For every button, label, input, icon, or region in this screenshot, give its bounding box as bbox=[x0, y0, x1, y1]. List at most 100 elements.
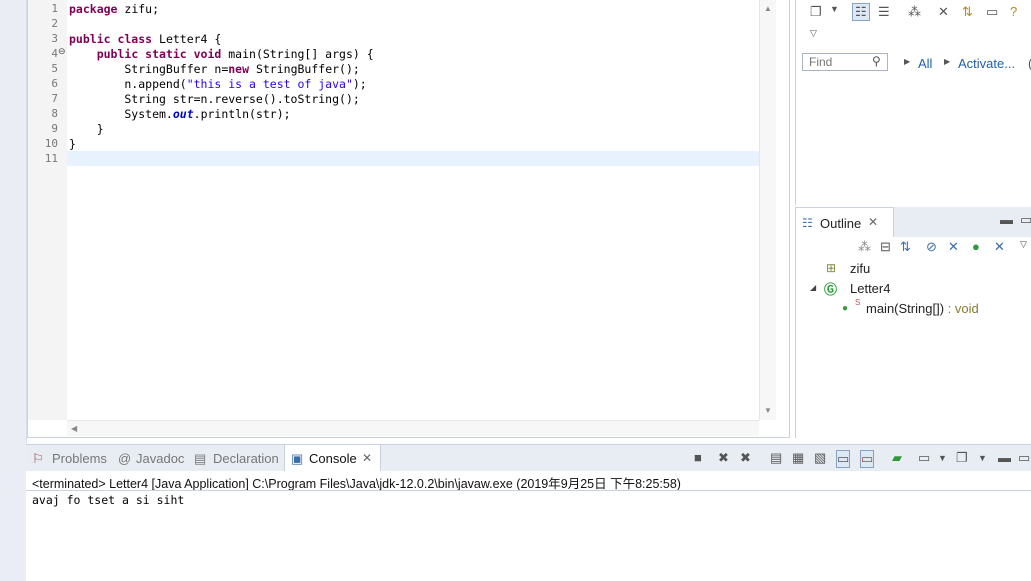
code-token: String str=n.reverse().toString(); bbox=[69, 92, 360, 106]
java-editor[interactable]: 1 2 3 4 5 6 7 8 9 10 11 ⊖ package zifu; public class… bbox=[27, 0, 790, 438]
code-token: } bbox=[69, 122, 104, 136]
activate-arrow-icon: ▶ bbox=[944, 57, 951, 66]
code-line[interactable]: n.append("this is a test of java"); bbox=[69, 77, 366, 91]
collapse-icon[interactable]: ✕ bbox=[938, 4, 949, 20]
task-list-pane: ❐ ▼ ☷ ☰ ⁂ ✕ ⇅ ▭ ? ▽ ⚲ ▶ All ▶ Activate..… bbox=[795, 0, 1031, 205]
scroll-down-icon[interactable]: ▼ bbox=[764, 406, 772, 415]
outline-pane: ☷ Outline ✕ ▬ ▭ ⁂ ⊟ ⇅ ⊘ ✕ ● ✕ ▽ ⊞ zifu ◢… bbox=[795, 207, 1031, 438]
minimize-view-icon[interactable]: ▭ bbox=[986, 4, 998, 20]
maximize-icon[interactable]: ▭ bbox=[1020, 212, 1031, 228]
hide-fields-icon[interactable]: ⁂ bbox=[908, 4, 921, 20]
remove-all-icon[interactable]: ✖ bbox=[740, 450, 751, 466]
tab-console[interactable]: Console bbox=[309, 451, 357, 466]
display-console-icon[interactable]: ▭ bbox=[918, 450, 930, 466]
code-token: new bbox=[228, 62, 250, 76]
terminate-icon[interactable]: ■ bbox=[694, 450, 702, 465]
open-dropdown-icon[interactable]: ▼ bbox=[978, 453, 987, 463]
code-token: .println(str); bbox=[193, 107, 291, 121]
all-arrow-icon: ▶ bbox=[904, 57, 911, 66]
package-icon: ⊞ bbox=[826, 261, 837, 275]
line-number: 9 bbox=[51, 122, 58, 135]
code-line[interactable]: StringBuffer n=new StringBuffer(); bbox=[69, 62, 360, 76]
console-output-text: avaj fo tset a si siht bbox=[32, 493, 185, 507]
line-number: 7 bbox=[51, 92, 58, 105]
code-token: StringBuffer(); bbox=[249, 62, 360, 76]
sort-icon[interactable]: ⇅ bbox=[900, 239, 911, 255]
show-on-stdout-icon[interactable]: ▭ bbox=[836, 450, 851, 468]
console-output-area[interactable]: avaj fo tset a si siht bbox=[26, 490, 1031, 581]
sync-icon[interactable]: ⇅ bbox=[962, 4, 973, 20]
outline-tab-label: Outline bbox=[820, 216, 862, 231]
code-line[interactable]: String str=n.reverse().toString(); bbox=[69, 92, 360, 106]
pin-console-icon[interactable]: ▰ bbox=[892, 450, 902, 466]
line-number: 6 bbox=[51, 77, 58, 90]
maximize-icon[interactable]: ▭ bbox=[1018, 450, 1030, 466]
code-token: "this is a test of java" bbox=[186, 77, 353, 91]
scroll-lock-icon[interactable]: ▦ bbox=[792, 450, 804, 466]
code-token: } bbox=[69, 137, 76, 151]
activate-link[interactable]: Activate... bbox=[958, 56, 1015, 71]
filter-icon[interactable]: ⁂ bbox=[858, 239, 871, 255]
tab-declaration[interactable]: Declaration bbox=[213, 451, 279, 466]
clear-console-icon[interactable]: ▤ bbox=[770, 450, 782, 466]
hide-nonpublic-icon[interactable]: ● bbox=[972, 239, 980, 254]
code-line[interactable]: public static void main(String[] args) { bbox=[69, 47, 374, 61]
method-name: main(String[]) bbox=[866, 301, 945, 316]
all-link[interactable]: All bbox=[918, 56, 932, 71]
line-number: 3 bbox=[51, 32, 58, 45]
scheduled-icon[interactable]: ☰ bbox=[878, 4, 890, 20]
minimize-icon[interactable]: ▬ bbox=[998, 450, 1011, 465]
remove-launch-icon[interactable]: ✖ bbox=[718, 450, 729, 466]
code-line[interactable]: System.out.println(str); bbox=[69, 107, 291, 121]
show-on-stderr-icon[interactable]: ▭ bbox=[860, 450, 875, 468]
collapse-all-icon[interactable]: ⊟ bbox=[880, 239, 891, 255]
line-number: 10 bbox=[44, 137, 58, 150]
outline-method[interactable]: main(String[]) : void bbox=[866, 301, 979, 316]
scroll-up-icon[interactable]: ▲ bbox=[764, 4, 772, 13]
line-number: 11 bbox=[44, 152, 58, 165]
categorized-icon[interactable]: ☷ bbox=[852, 3, 870, 21]
hide-fields-icon[interactable]: ⊘ bbox=[926, 239, 937, 255]
open-console-icon[interactable]: ❐ bbox=[956, 450, 968, 466]
console-status-line: <terminated> Letter4 [Java Application] … bbox=[26, 471, 1031, 491]
code-line[interactable]: } bbox=[69, 122, 104, 136]
tab-javadoc[interactable]: Javadoc bbox=[136, 451, 184, 466]
outline-class[interactable]: Letter4 bbox=[850, 281, 890, 296]
close-icon[interactable]: ✕ bbox=[868, 215, 878, 229]
outline-tab[interactable]: ☷ Outline ✕ bbox=[796, 207, 894, 237]
outline-package[interactable]: zifu bbox=[850, 261, 870, 276]
bottom-tab-bar: ⚐ Problems @ Javadoc ▤ Declaration ▣ Con… bbox=[26, 444, 1031, 472]
expand-arrow-icon[interactable]: ◢ bbox=[810, 283, 816, 292]
declaration-icon: ▤ bbox=[194, 451, 207, 466]
new-task-icon[interactable]: ❐ bbox=[810, 4, 822, 20]
method-return: : void bbox=[944, 301, 979, 316]
scroll-left-icon[interactable]: ◀ bbox=[71, 424, 77, 433]
view-menu-icon[interactable]: ▽ bbox=[810, 28, 817, 39]
minimize-icon[interactable]: ▬ bbox=[1000, 212, 1013, 227]
dropdown-icon[interactable]: ▼ bbox=[830, 4, 839, 14]
code-line[interactable]: public class Letter4 { bbox=[69, 32, 221, 46]
code-area[interactable]: package zifu; public class Letter4 { publ… bbox=[67, 0, 759, 420]
console-icon: ▣ bbox=[291, 451, 304, 466]
code-token: main(String[] args) { bbox=[221, 47, 374, 61]
view-menu-icon[interactable]: ▽ bbox=[1020, 239, 1027, 250]
code-token: out bbox=[172, 107, 194, 121]
line-number: 4 bbox=[51, 47, 58, 60]
help-icon[interactable]: ? bbox=[1010, 4, 1017, 19]
editor-horizontal-scrollbar[interactable]: ◀ bbox=[67, 420, 759, 436]
code-token: package bbox=[69, 2, 118, 16]
search-icon: ⚲ bbox=[872, 54, 881, 68]
close-icon[interactable]: ✕ bbox=[362, 451, 372, 465]
line-number: 8 bbox=[51, 107, 58, 120]
word-wrap-icon[interactable]: ▧ bbox=[814, 450, 826, 466]
code-token: n.append( bbox=[69, 77, 187, 91]
fold-collapse-icon[interactable]: ⊖ bbox=[58, 47, 66, 57]
code-line[interactable]: } bbox=[69, 137, 76, 151]
display-dropdown-icon[interactable]: ▼ bbox=[938, 453, 947, 463]
hide-local-types-icon[interactable]: ✕ bbox=[994, 239, 1005, 255]
code-token: zifu; bbox=[117, 2, 160, 16]
editor-vertical-scrollbar[interactable]: ▲ ▼ bbox=[759, 0, 776, 420]
tab-problems[interactable]: Problems bbox=[52, 451, 107, 466]
code-line[interactable]: package zifu; bbox=[69, 2, 159, 16]
hide-static-icon[interactable]: ✕ bbox=[948, 239, 959, 255]
